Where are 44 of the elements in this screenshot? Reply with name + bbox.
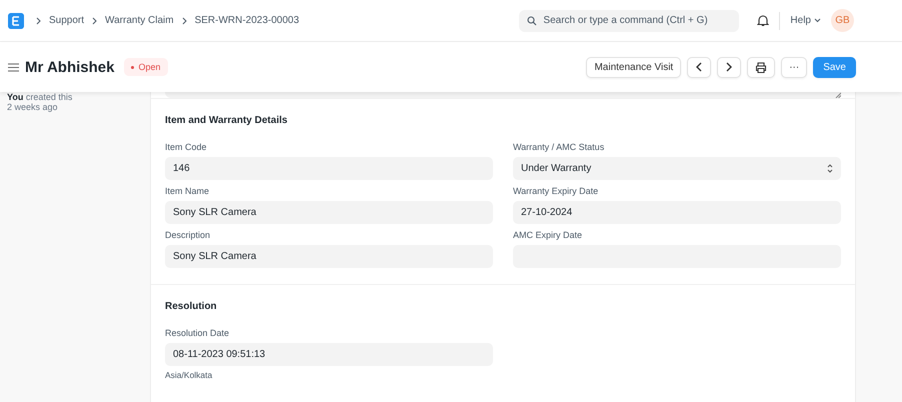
activity-text: You created this xyxy=(7,92,74,102)
search-icon xyxy=(527,16,538,26)
timezone-note: Asia/Kolkata xyxy=(165,370,214,380)
maintenance-visit-button[interactable]: Maintenance Visit xyxy=(586,56,682,78)
chevron-right-icon xyxy=(36,16,41,24)
section-title: Item and Warranty Details xyxy=(165,115,288,126)
menu-icon[interactable] xyxy=(8,62,19,72)
status-badge: Open xyxy=(124,58,168,76)
field-label: Item Code xyxy=(165,142,208,152)
printer-icon xyxy=(755,62,768,72)
chevron-right-icon xyxy=(182,16,187,24)
input-field[interactable]: 27-10-2024 xyxy=(513,201,841,224)
input-field[interactable]: 146 xyxy=(165,157,493,180)
search-field[interactable]: Search or type a command (Ctrl + G) xyxy=(519,10,740,32)
chevron-right-icon xyxy=(92,16,98,24)
section-title: Resolution xyxy=(165,301,218,312)
app-logo[interactable] xyxy=(8,12,24,28)
field-label: Resolution Date xyxy=(165,328,230,338)
up-down-caret-icon xyxy=(827,164,833,173)
breadcrumb-link[interactable]: Warranty Claim xyxy=(105,15,174,26)
field-label: AMC Expiry Date xyxy=(513,230,584,240)
field-label: Description xyxy=(165,230,212,240)
help-menu[interactable]: Help xyxy=(790,15,821,26)
chevron-down-icon xyxy=(814,18,821,23)
input-field[interactable]: Sony SLR Camera xyxy=(165,201,493,224)
more-button[interactable]: ··· xyxy=(781,56,808,78)
textarea-field[interactable] xyxy=(165,92,841,98)
timestamp: 2 weeks ago xyxy=(7,102,59,112)
field-label: Warranty / AMC Status xyxy=(513,142,606,152)
field-label: Warranty Expiry Date xyxy=(513,186,600,196)
breadcrumb-link[interactable]: Support xyxy=(49,15,84,26)
bell-icon[interactable] xyxy=(757,14,770,27)
input-field[interactable]: 08-11-2023 09:51:13 xyxy=(165,343,493,366)
resize-handle-icon xyxy=(835,92,841,98)
select-field[interactable]: Under Warranty xyxy=(513,157,841,180)
page-title: Mr Abhishek xyxy=(25,58,114,76)
next-button[interactable] xyxy=(717,56,742,78)
field-label: Item Name xyxy=(165,186,210,196)
print-button[interactable] xyxy=(747,56,776,78)
breadcrumb-link[interactable]: SER-WRN-2023-00003 xyxy=(194,15,300,26)
input-field[interactable]: Sony SLR Camera xyxy=(165,245,493,268)
chevron-right-icon xyxy=(725,62,734,72)
previous-button[interactable] xyxy=(687,56,712,78)
chevron-left-icon xyxy=(695,62,704,72)
